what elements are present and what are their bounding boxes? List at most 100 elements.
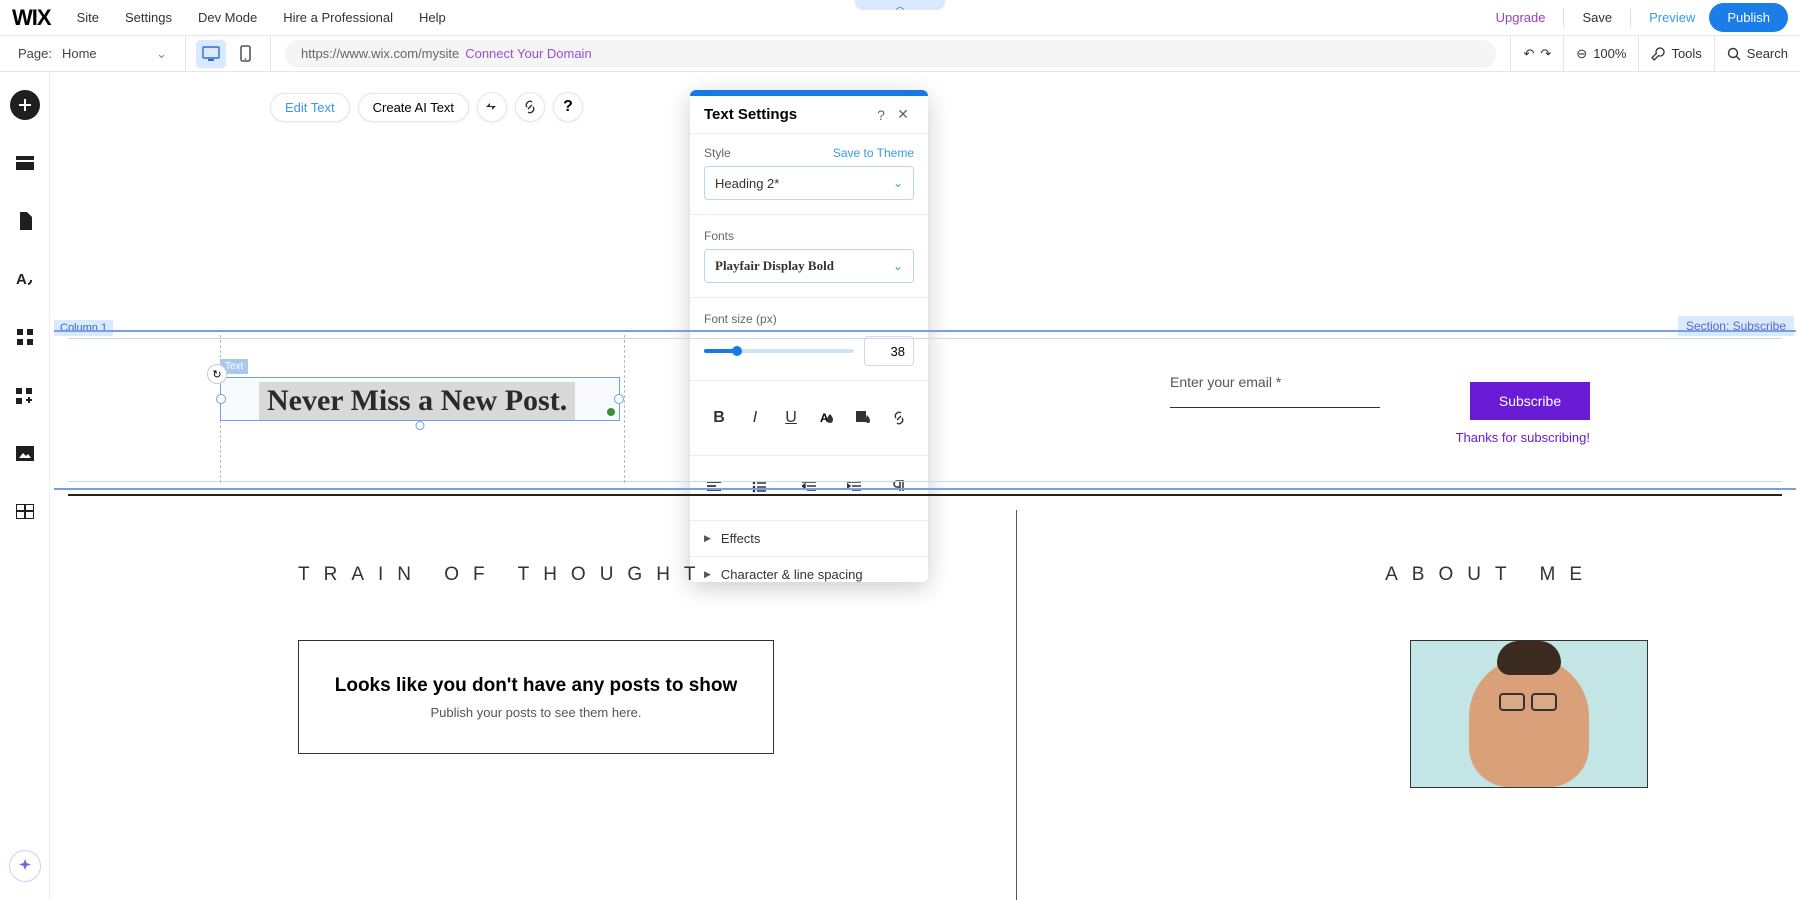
empty-posts-box: Looks like you don't have any posts to s… — [298, 640, 774, 754]
effects-expander[interactable]: ▶ Effects — [690, 520, 928, 556]
create-ai-text-button[interactable]: Create AI Text — [358, 93, 469, 122]
undo-icon[interactable]: ↶ — [1523, 46, 1534, 62]
sections-button[interactable] — [10, 148, 40, 178]
add-element-button[interactable] — [10, 90, 40, 120]
desktop-device-button[interactable] — [196, 40, 226, 68]
page-current: Home — [62, 46, 97, 61]
chevron-down-icon: ⌄ — [893, 176, 903, 190]
search-tool[interactable]: Search — [1714, 36, 1800, 71]
mobile-icon — [240, 45, 251, 62]
upgrade-link[interactable]: Upgrade — [1486, 4, 1556, 31]
zoom-out-icon: ⊖ — [1576, 46, 1587, 62]
section-divider-line — [68, 494, 1782, 496]
sparkle-icon — [17, 858, 33, 874]
font-size-label: Font size (px) — [704, 312, 914, 326]
about-photo[interactable] — [1410, 640, 1648, 788]
resize-corner-handle[interactable] — [607, 408, 615, 416]
wrench-icon — [1651, 47, 1665, 61]
zoom-control[interactable]: ⊖ 100% — [1563, 36, 1638, 71]
tools-menu[interactable]: Tools — [1638, 36, 1713, 71]
edit-text-button[interactable]: Edit Text — [270, 93, 350, 122]
top-handle-notch[interactable]: ︿ — [855, 0, 945, 10]
help-icon: ? — [563, 98, 573, 116]
help-button[interactable]: ? — [553, 92, 583, 122]
train-heading: TRAIN OF THOUGHT — [298, 564, 710, 586]
animation-badge[interactable]: ↻ — [207, 364, 227, 384]
email-label: Enter your email * — [1170, 374, 1380, 390]
image-icon — [16, 446, 34, 461]
panel-close-button[interactable]: ✕ — [892, 106, 914, 123]
link-button[interactable] — [515, 92, 545, 122]
menu-help[interactable]: Help — [409, 4, 456, 31]
effects-label: Effects — [721, 531, 761, 546]
selected-text-element[interactable]: Text ↻ Never Miss a New Post. — [220, 377, 620, 421]
tools-label: Tools — [1671, 46, 1701, 61]
divider — [1563, 9, 1564, 27]
email-underline — [1170, 406, 1380, 408]
page-selector[interactable]: Page: Home ⌄ — [0, 36, 186, 71]
plus-icon — [18, 98, 32, 112]
table-icon — [16, 504, 34, 519]
ai-assistant-button[interactable] — [9, 850, 41, 882]
redo-icon[interactable]: ↷ — [1540, 46, 1551, 62]
page-toolbar: Page: Home ⌄ https://www.wix.com/mysite … — [0, 36, 1800, 72]
heading-text[interactable]: Never Miss a New Post. — [259, 382, 575, 420]
business-button[interactable] — [10, 380, 40, 410]
about-heading: ABOUT ME — [1385, 564, 1596, 586]
theme-button[interactable]: A — [10, 264, 40, 294]
page-label: Page: — [18, 46, 52, 61]
spacing-label: Character & line spacing — [721, 567, 863, 582]
spacing-expander[interactable]: ▶ Character & line spacing — [690, 556, 928, 582]
thanks-message: Thanks for subscribing! — [1456, 430, 1590, 445]
menu-hire[interactable]: Hire a Professional — [273, 4, 403, 31]
desktop-icon — [202, 46, 220, 62]
text-action-bar: Edit Text Create AI Text ? — [270, 92, 583, 122]
triangle-right-icon: ▶ — [704, 533, 711, 544]
chevron-down-icon: ⌄ — [156, 46, 167, 62]
search-icon — [1727, 47, 1741, 61]
menu-devmode[interactable]: Dev Mode — [188, 4, 267, 31]
apps-button[interactable] — [10, 322, 40, 352]
panel-help-button[interactable]: ? — [870, 107, 892, 123]
menu-site[interactable]: Site — [67, 4, 109, 31]
avatar-placeholder — [1469, 657, 1589, 787]
animation-button[interactable] — [477, 92, 507, 122]
chevron-down-icon: ⌄ — [893, 259, 903, 273]
save-to-theme-link[interactable]: Save to Theme — [833, 146, 914, 160]
link-icon — [523, 100, 537, 114]
pages-button[interactable] — [10, 206, 40, 236]
fonts-label: Fonts — [704, 229, 914, 243]
style-label: Style — [704, 146, 731, 160]
email-input-field[interactable]: Enter your email * — [1170, 374, 1380, 408]
animation-icon — [484, 101, 500, 113]
connect-domain-link[interactable]: Connect Your Domain — [465, 46, 591, 61]
font-value: Playfair Display Bold — [715, 258, 834, 274]
style-value: Heading 2* — [715, 176, 779, 191]
empty-posts-subtitle: Publish your posts to see them here. — [430, 705, 641, 720]
url-text: https://www.wix.com/mysite — [301, 46, 459, 61]
apps-icon — [17, 329, 33, 345]
menu-settings[interactable]: Settings — [115, 4, 182, 31]
style-dropdown[interactable]: Heading 2* ⌄ — [704, 166, 914, 200]
undo-redo-group: ↶ ↷ — [1510, 36, 1563, 71]
zoom-value: 100% — [1593, 46, 1626, 61]
search-label: Search — [1747, 46, 1788, 61]
url-bar[interactable]: https://www.wix.com/mysite Connect Your … — [285, 40, 1496, 68]
subscribe-button[interactable]: Subscribe — [1470, 382, 1590, 420]
page-icon — [18, 212, 32, 230]
cms-button[interactable] — [10, 496, 40, 526]
editor-canvas[interactable]: Edit Text Create AI Text ? Text Settings… — [50, 72, 1800, 900]
font-dropdown[interactable]: Playfair Display Bold ⌄ — [704, 249, 914, 283]
rotate-handle[interactable] — [416, 421, 425, 430]
section-icon — [16, 156, 34, 170]
svg-text:A: A — [16, 271, 27, 288]
media-button[interactable] — [10, 438, 40, 468]
left-sidebar: A — [0, 72, 50, 900]
save-button[interactable]: Save — [1572, 4, 1622, 31]
publish-button[interactable]: Publish — [1709, 3, 1788, 32]
mobile-device-button[interactable] — [230, 40, 260, 68]
preview-button[interactable]: Preview — [1639, 4, 1705, 31]
panel-title: Text Settings — [704, 106, 870, 123]
wix-logo: WIX — [12, 5, 51, 31]
divider — [1630, 9, 1631, 27]
